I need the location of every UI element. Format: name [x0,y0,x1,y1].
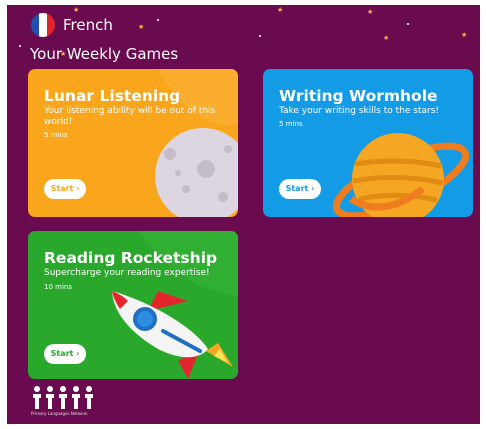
start-button[interactable]: Start › [44,179,86,199]
star-icon: ★ [367,8,374,16]
star-dot [19,45,21,47]
section-title: Your Weekly Games [30,45,179,63]
france-flag-icon [31,13,55,37]
star-icon: ★ [383,34,390,42]
star-dot [259,35,261,37]
game-card-writing-wormhole[interactable]: Writing Wormhole Take your writing skill… [263,69,473,217]
star-icon: ★ [461,31,468,39]
flag-stripe-red [47,13,55,37]
star-icon: ★ [73,6,80,14]
app-screen: ★ ★ ★ ★ ★ ★ ★ French Your Weekly Games L… [7,5,480,424]
flag-stripe-white [39,13,47,37]
star-dot [157,19,159,21]
card-title: Lunar Listening [44,87,181,105]
card-duration: 10 mins [44,283,72,291]
star-icon: ★ [277,6,284,14]
card-description: Supercharge your reading expertise! [44,268,210,278]
star-dot [407,23,409,25]
start-button[interactable]: Start › [44,344,86,364]
card-title: Writing Wormhole [279,87,438,105]
card-title: Reading Rocketship [44,249,218,267]
people-logo-icon [33,386,93,409]
star-icon: ★ [138,23,145,31]
card-duration: 5 mins [44,131,68,139]
logo-text: Primary Languages Network [31,411,88,416]
flag-stripe-blue [31,13,39,37]
language-name: French [63,16,113,34]
game-card-reading-rocketship[interactable]: Reading Rocketship Supercharge your read… [28,231,238,379]
game-card-lunar-listening[interactable]: Lunar Listening Your listening ability w… [28,69,238,217]
start-button[interactable]: Start › [279,179,321,199]
card-duration: 5 mins [279,120,303,128]
card-description: Your listening ability will be out of th… [44,106,216,127]
card-description: Take your writing skills to the stars! [279,106,439,116]
